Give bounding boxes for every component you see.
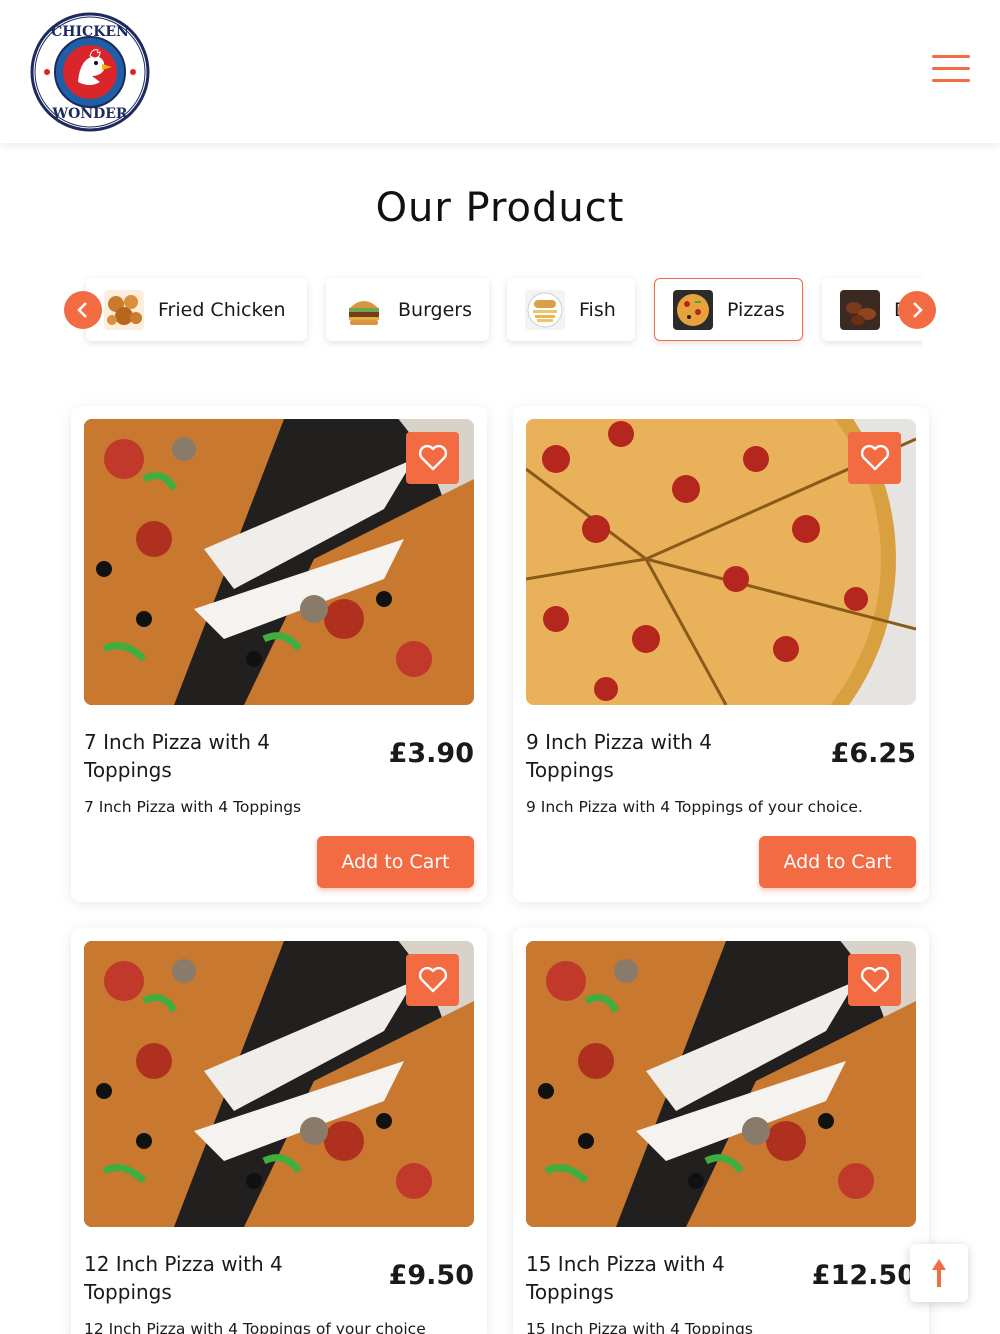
arrow-up-icon [932, 1259, 946, 1287]
category-pizzas[interactable]: Pizzas [654, 278, 803, 341]
heart-icon [418, 444, 447, 471]
add-to-cart-button[interactable]: Add to Cart [759, 836, 916, 888]
category-carousel: Fried Chicken Burgers Fish Pizzas [70, 272, 922, 352]
product-description: 9 Inch Pizza with 4 Toppings of your cho… [526, 798, 863, 816]
product-name: 12 Inch Pizza with 4 Toppings [84, 1252, 283, 1304]
category-label: Fried Chicken [158, 298, 286, 321]
category-label: Pizzas [727, 298, 785, 321]
carousel-prev-button[interactable] [64, 291, 102, 329]
scroll-to-top-button[interactable] [910, 1244, 968, 1302]
wings-thumb [840, 289, 880, 330]
product-price: £9.50 [388, 1260, 474, 1291]
chicken-wonder-logo[interactable]: CHICKEN WONDER [30, 12, 150, 132]
product-price: £12.50 [811, 1260, 916, 1291]
product-description: 15 Inch Pizza with 4 Toppings [526, 1320, 753, 1334]
chevron-left-icon [77, 302, 87, 318]
carousel-next-button[interactable] [898, 291, 936, 329]
product-name: 9 Inch Pizza with 4 Toppings [526, 730, 712, 782]
site-header: CHICKEN WONDER [0, 0, 1000, 143]
category-label: Burgers [398, 298, 473, 321]
category-fish[interactable]: Fish [507, 278, 635, 341]
chevron-right-icon [913, 302, 923, 318]
fried-chicken-thumb [104, 289, 144, 330]
svg-text:WONDER: WONDER [51, 106, 128, 122]
product-card: 7 Inch Pizza with 4 Toppings £3.90 7 Inc… [71, 406, 487, 902]
heart-icon [860, 966, 889, 993]
add-to-cart-button[interactable]: Add to Cart [317, 836, 474, 888]
svg-text:CHICKEN: CHICKEN [51, 24, 129, 40]
product-price: £6.25 [830, 738, 916, 769]
product-description: 12 Inch Pizza with 4 Toppings of your ch… [84, 1320, 426, 1334]
page-title: Our Product [375, 185, 625, 231]
favorite-button[interactable] [848, 954, 901, 1006]
heart-icon [860, 444, 889, 471]
category-label: Fish [579, 298, 616, 321]
product-card: 15 Inch Pizza with 4 Toppings £12.50 15 … [513, 928, 929, 1334]
hamburger-menu-icon[interactable] [932, 52, 970, 84]
favorite-button[interactable] [848, 432, 901, 484]
menu-bar [932, 55, 970, 58]
category-burgers[interactable]: Burgers [326, 278, 489, 341]
product-name: 7 Inch Pizza with 4 Toppings [84, 730, 270, 782]
category-fried-chicken[interactable]: Fried Chicken [86, 278, 307, 341]
product-card: 9 Inch Pizza with 4 Toppings £6.25 9 Inc… [513, 406, 929, 902]
product-price: £3.90 [388, 738, 474, 769]
menu-bar [932, 79, 970, 82]
burger-thumb [344, 289, 384, 330]
heart-icon [418, 966, 447, 993]
product-description: 7 Inch Pizza with 4 Toppings [84, 798, 302, 816]
pizza-thumb [673, 289, 713, 330]
favorite-button[interactable] [406, 432, 459, 484]
product-card: 12 Inch Pizza with 4 Toppings £9.50 12 I… [71, 928, 487, 1334]
product-name: 15 Inch Pizza with 4 Toppings [526, 1252, 725, 1304]
menu-bar [932, 67, 970, 70]
favorite-button[interactable] [406, 954, 459, 1006]
fish-thumb [525, 289, 565, 330]
